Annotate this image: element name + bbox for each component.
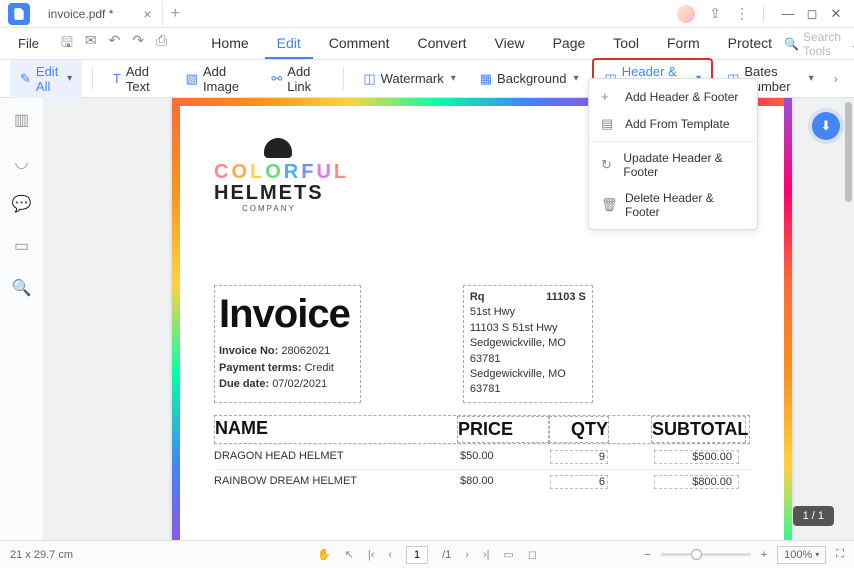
trash-icon: 🗑: [601, 197, 615, 213]
zoom-in-icon[interactable]: +: [761, 549, 767, 561]
tab-protect[interactable]: Protect: [716, 29, 784, 59]
app-icon: [8, 3, 30, 25]
comment-panel-icon[interactable]: 💬: [12, 194, 32, 214]
text-icon: T: [113, 71, 121, 86]
plus-icon: +: [601, 89, 615, 104]
mail-icon[interactable]: ✉: [85, 32, 97, 56]
zoom-out-icon[interactable]: −: [644, 549, 650, 561]
maximize-button[interactable]: ◻: [802, 4, 822, 24]
tab-page[interactable]: Page: [541, 29, 598, 59]
background-button[interactable]: ▦Background▾: [470, 67, 589, 91]
share-icon[interactable]: ⇪: [709, 5, 721, 22]
prev-page-icon[interactable]: ‹: [388, 549, 392, 561]
refresh-icon: ↻: [601, 157, 613, 173]
template-icon: ▤: [601, 116, 615, 132]
tab-view[interactable]: View: [483, 29, 537, 59]
page-input[interactable]: [406, 546, 428, 564]
attachment-icon[interactable]: ▭: [14, 236, 29, 256]
background-icon: ▦: [480, 71, 492, 87]
page-total: /1: [442, 549, 451, 561]
table-header: NAME PRICE QTY SUBTOTAL: [214, 415, 750, 444]
invoice-title: Invoice: [219, 292, 350, 337]
search-tools[interactable]: 🔍Search Tools: [784, 30, 841, 58]
table-row: RAINBOW DREAM HELMET $80.00 6 $800.00: [214, 469, 750, 494]
fit-page-icon[interactable]: ◻: [528, 548, 537, 561]
tab-home[interactable]: Home: [199, 29, 260, 59]
tab-title: invoice.pdf *: [48, 7, 113, 21]
dd-delete-header-footer[interactable]: 🗑Delete Header & Footer: [589, 185, 757, 225]
zoom-slider[interactable]: [661, 553, 751, 556]
page-border-right: [784, 98, 792, 540]
left-sidebar: ▥ ◡ 💬 ▭ 🔍: [0, 98, 44, 540]
fullscreen-icon[interactable]: ⛶: [836, 548, 844, 561]
tab-edit[interactable]: Edit: [265, 29, 313, 59]
new-tab-button[interactable]: +: [171, 5, 180, 23]
invoice-meta: Invoice No: 28062021 Payment terms: Cred…: [219, 343, 350, 393]
search-panel-icon[interactable]: 🔍: [12, 278, 32, 298]
print-icon[interactable]: ⎙: [156, 32, 167, 56]
image-icon: ▧: [186, 71, 198, 87]
redo-icon[interactable]: ↷: [132, 32, 144, 56]
toolbar-more-icon[interactable]: ›: [828, 71, 844, 86]
helmet-icon: [264, 138, 292, 158]
title-bar: invoice.pdf * × + ⇪ ⋮ — ◻ ✕: [0, 0, 854, 28]
invoice-table: NAME PRICE QTY SUBTOTAL DRAGON HEAD HELM…: [214, 415, 750, 494]
add-link-button[interactable]: ⚯Add Link: [261, 60, 332, 98]
table-row: DRAGON HEAD HELMET $50.00 9 $500.00: [214, 444, 750, 469]
watermark-button[interactable]: ◫Watermark▾: [353, 67, 465, 91]
thumbnails-icon[interactable]: ▥: [14, 110, 29, 130]
page-indicator: 1 / 1: [793, 506, 834, 526]
zoom-thumb[interactable]: [691, 549, 702, 560]
dd-add-from-template[interactable]: ▤Add From Template: [589, 110, 757, 138]
link-icon: ⚯: [271, 71, 282, 87]
first-page-icon[interactable]: |‹: [368, 549, 375, 561]
status-bar: 21 x 29.7 cm ✋ ↖ |‹ ‹ /1 › ›| ▭ ◻ − + 10…: [0, 540, 854, 568]
invoice-meta-block[interactable]: Invoice Invoice No: 28062021 Payment ter…: [214, 285, 361, 403]
chevron-down-icon: ▾: [809, 73, 814, 84]
last-page-icon[interactable]: ›|: [483, 549, 490, 561]
title-right: ⇪ ⋮ — ◻ ✕: [677, 4, 850, 24]
theme-icon[interactable]: [677, 5, 695, 23]
logo-company: COMPANY: [242, 204, 296, 213]
dd-update-header-footer[interactable]: ↻Upadate Header & Footer: [589, 145, 757, 185]
download-badge[interactable]: ⬇: [812, 112, 840, 140]
page-border-left: [172, 98, 180, 540]
select-tool-icon[interactable]: ↖: [345, 548, 354, 561]
menu-bar: File 🖫 ✉ ↶ ↷ ⎙ Home Edit Comment Convert…: [0, 28, 854, 60]
tab-tool[interactable]: Tool: [601, 29, 651, 59]
save-icon[interactable]: 🖫: [61, 32, 73, 56]
close-window-button[interactable]: ✕: [826, 4, 846, 24]
logo-helmets: HELMETS: [214, 182, 324, 204]
zoom-value[interactable]: 100%▾: [777, 546, 826, 564]
search-icon: 🔍: [784, 37, 799, 51]
file-menu[interactable]: File: [8, 36, 49, 51]
pencil-icon: ✎: [20, 71, 31, 87]
logo-colorful: COLORFUL: [214, 162, 349, 182]
chevron-down-icon: ▾: [451, 73, 456, 84]
minimize-button[interactable]: —: [778, 4, 798, 24]
next-page-icon[interactable]: ›: [465, 549, 469, 561]
fit-width-icon[interactable]: ▭: [503, 548, 513, 561]
tab-comment[interactable]: Comment: [317, 29, 402, 59]
bookmark-icon[interactable]: ◡: [15, 152, 29, 172]
document-tab[interactable]: invoice.pdf * ×: [38, 1, 163, 27]
vertical-scrollbar[interactable]: [845, 102, 852, 202]
address-block[interactable]: Rq11103 S 51st Hwy 11103 S 51st Hwy Sedg…: [463, 285, 593, 403]
header-footer-dropdown: +Add Header & Footer ▤Add From Template …: [588, 78, 758, 230]
tab-form[interactable]: Form: [655, 29, 712, 59]
page-dimensions: 21 x 29.7 cm: [10, 549, 73, 561]
dd-add-header-footer[interactable]: +Add Header & Footer: [589, 83, 757, 110]
add-image-button[interactable]: ▧Add Image: [176, 60, 258, 98]
chevron-down-icon: ▾: [67, 73, 72, 84]
chevron-down-icon: ▾: [573, 73, 578, 84]
edit-all-button[interactable]: ✎Edit All▾: [10, 60, 82, 98]
add-text-button[interactable]: TAdd Text: [103, 60, 172, 98]
kebab-menu-icon[interactable]: ⋮: [735, 5, 749, 22]
close-tab-icon[interactable]: ×: [143, 6, 151, 22]
tab-convert[interactable]: Convert: [405, 29, 478, 59]
undo-icon[interactable]: ↶: [109, 32, 121, 56]
watermark-icon: ◫: [363, 71, 375, 87]
hand-tool-icon[interactable]: ✋: [317, 548, 331, 561]
